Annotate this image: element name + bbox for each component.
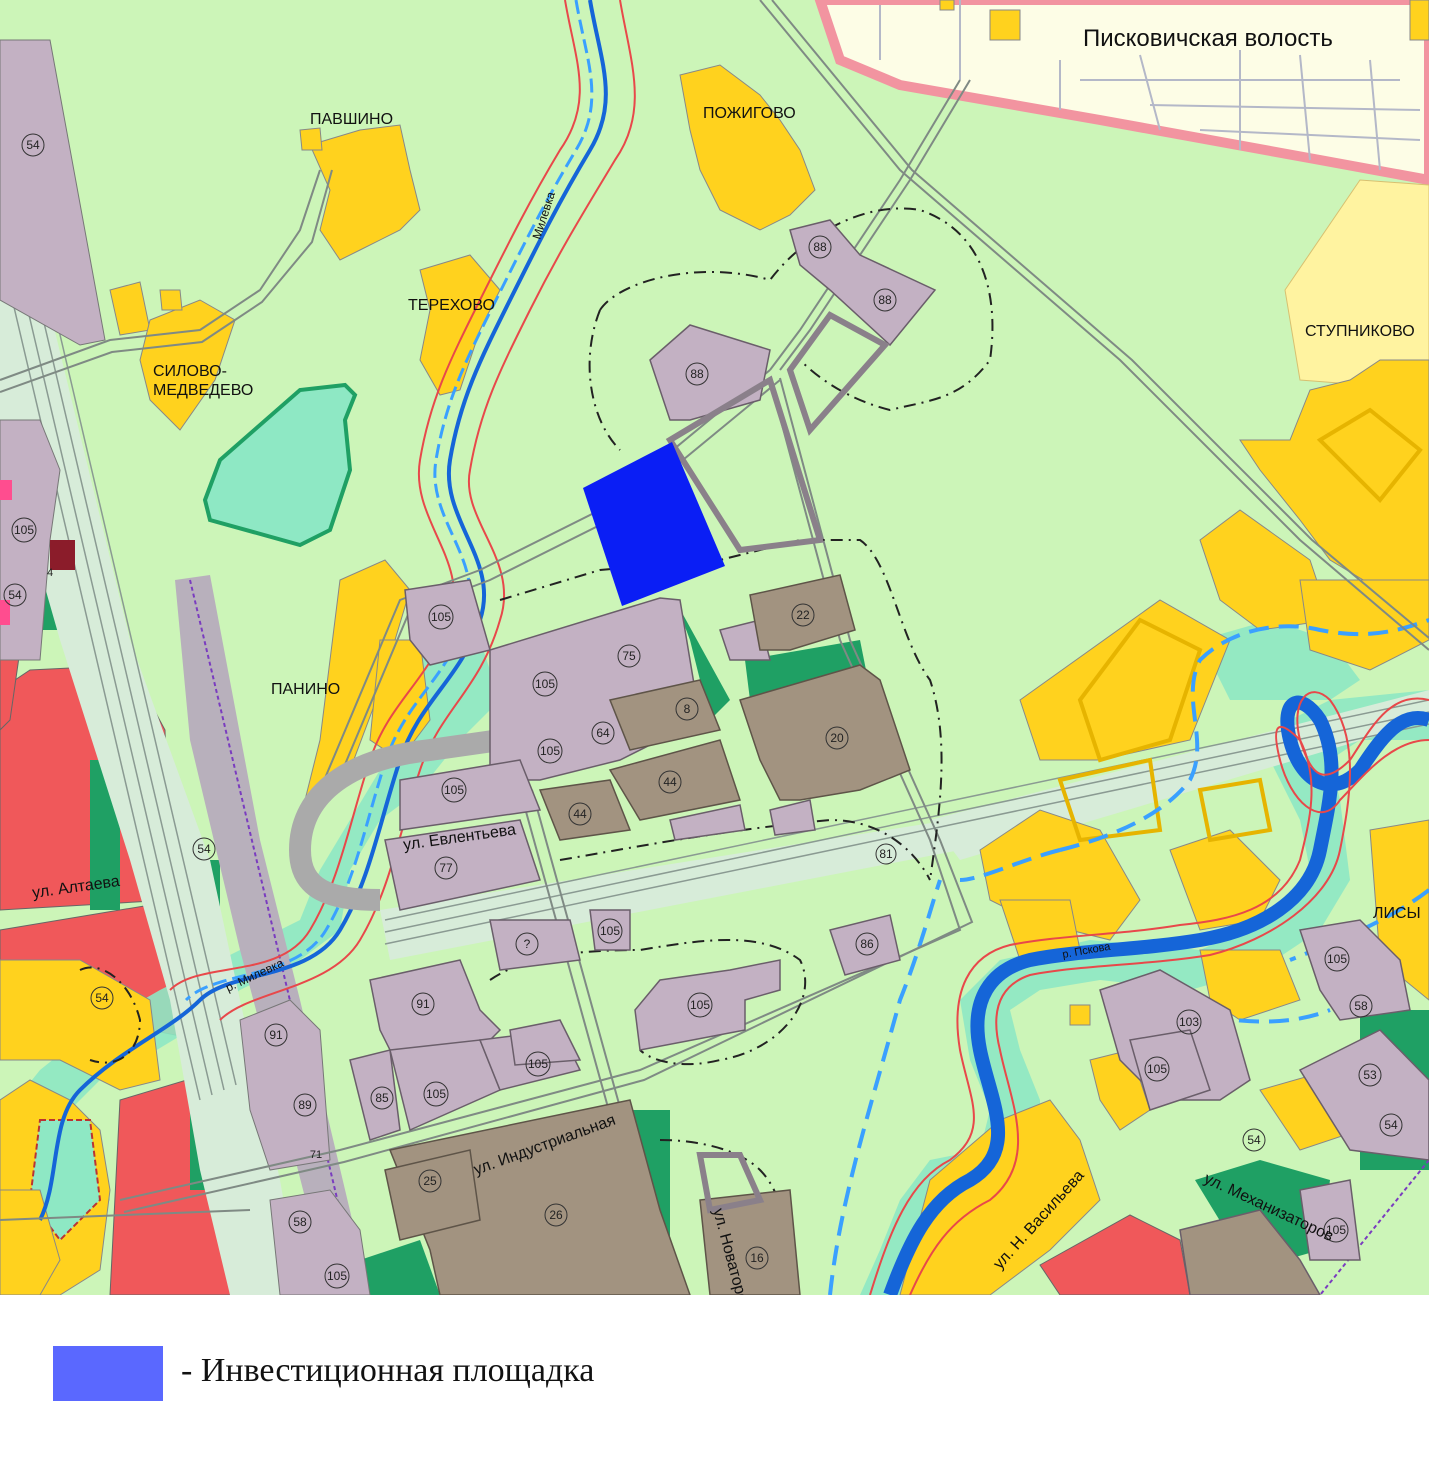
zone-code-text: 54 [8, 588, 22, 602]
zone-code-text: 26 [549, 1208, 563, 1222]
zone-code-text: 53 [1363, 1068, 1377, 1082]
zone-code-text: 58 [293, 1215, 307, 1229]
zone-code-text: 54 [95, 991, 109, 1005]
zone-code-text: ? [524, 937, 531, 951]
zone-code-text: 16 [750, 1251, 764, 1265]
zone-code-text: 64 [596, 726, 610, 740]
legend-label: - Инвестиционная площадка [181, 1352, 595, 1389]
zone-code-text: 54 [197, 842, 211, 856]
zone-code-text: 88 [878, 293, 892, 307]
zone-code-text: 105 [1147, 1062, 1167, 1076]
zone-code-text: 105 [690, 998, 710, 1012]
zone-code-text: 54 [1384, 1118, 1398, 1132]
zone-code-text: 105 [14, 523, 34, 537]
zone-code-text: 105 [540, 744, 560, 758]
region-label: Писковичская волость [1083, 25, 1333, 52]
zone-code-text: 105 [535, 677, 555, 691]
zone-code-71: 71 [310, 1149, 322, 1161]
zone-code-text: 54 [26, 138, 40, 152]
zone-code-text: 91 [269, 1028, 283, 1042]
zone-code-text: 25 [423, 1174, 437, 1188]
zone-code-text: 105 [1327, 952, 1347, 966]
zone-code-text: 81 [879, 847, 893, 861]
zone-code-text: 105 [444, 783, 464, 797]
zone-code-text: 105 [528, 1057, 548, 1071]
village-label-silovo-1: СИЛОВО- [153, 363, 227, 380]
village-label-terekhovo: ТЕРЕХОВО [408, 297, 495, 314]
master-plan-map: 54 54 54 54 54 54 54 105 105 105 105 105… [0, 0, 1429, 1295]
legend-swatch-investment-site [53, 1346, 163, 1401]
zone-code-text: 8 [684, 702, 691, 716]
village-label-silovo-2: МЕДВЕДЕВО [153, 382, 253, 399]
zone-code-text: 58 [1354, 999, 1368, 1013]
zone-code-text: 20 [830, 731, 844, 745]
zone-code-text: 86 [860, 937, 874, 951]
zone-code-text: 71 [310, 1149, 322, 1161]
zone-code-text: 103 [1179, 1015, 1199, 1029]
zone-code-text: 77 [439, 861, 453, 875]
village-label-stupnikovo: СТУПНИКОВО [1305, 323, 1415, 340]
zone-code-text: 91 [416, 997, 430, 1011]
zone-code-text: 44 [573, 807, 587, 821]
zone-code-text: 88 [813, 240, 827, 254]
zone-code-text: 44 [663, 775, 677, 789]
zone-code-text: 85 [375, 1091, 389, 1105]
zone-code-text: 22 [796, 608, 810, 622]
zone-code-4: 4 [47, 567, 53, 579]
village-label-pozhigovo: ПОЖИГОВО [703, 105, 796, 122]
village-label-panino: ПАНИНО [271, 681, 340, 698]
zone-code-text: 105 [426, 1087, 446, 1101]
zone-code-text: 54 [1247, 1133, 1261, 1147]
zone-code-text: 88 [690, 367, 704, 381]
legend: - Инвестиционная площадка [53, 1346, 653, 1402]
zone-code-text: 105 [600, 924, 620, 938]
village-label-lisy: ЛИСЫ [1373, 905, 1421, 922]
zone-code-text: 105 [327, 1269, 347, 1283]
village-label-pavshino: ПАВШИНО [310, 111, 393, 128]
zone-code-text: 75 [622, 649, 636, 663]
zone-code-text: 89 [298, 1098, 312, 1112]
zone-code-text: 4 [47, 567, 53, 579]
zone-code-text: 105 [431, 610, 451, 624]
